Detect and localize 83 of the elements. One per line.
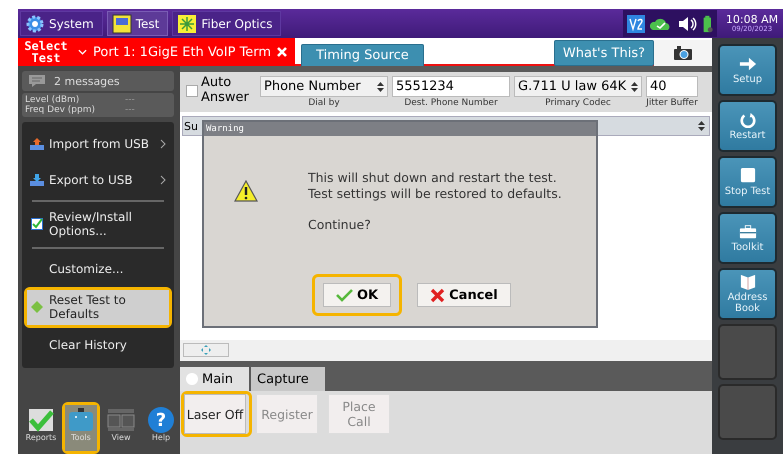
app-tab[interactable]: System — [20, 11, 103, 36]
nav-button[interactable]: ? Help — [145, 405, 177, 451]
soft-key[interactable]: Toolkit — [718, 212, 777, 264]
updown-icon — [377, 82, 384, 92]
menu-item[interactable]: Customize... — [27, 254, 169, 284]
app-tab[interactable]: Fiber Optics — [172, 11, 282, 36]
field-label: Jitter Buffer — [646, 98, 698, 108]
field-label: Dial by — [308, 98, 340, 108]
starburst-icon — [177, 14, 198, 34]
help-icon: ? — [148, 407, 174, 433]
warning-icon — [234, 180, 258, 202]
caret-icon — [78, 49, 87, 55]
download-tray-icon — [30, 174, 44, 186]
soft-key[interactable]: Restart — [718, 100, 777, 152]
gear-icon — [25, 14, 45, 34]
soft-key[interactable]: Address Book — [718, 268, 777, 320]
view-tab[interactable]: Capture — [251, 367, 325, 391]
menu-item[interactable]: Import from USB — [27, 129, 169, 159]
nav-button[interactable]: Reports — [25, 405, 57, 451]
chevron-icon — [160, 139, 166, 149]
dropdown-field[interactable]: Phone Number — [260, 76, 388, 97]
move-button[interactable] — [183, 343, 229, 357]
toolbox-icon — [738, 224, 756, 240]
app-tab[interactable]: Test — [106, 11, 168, 36]
chevron-icon — [160, 175, 166, 185]
reading-value: --- — [125, 95, 135, 105]
action-button[interactable]: Laser Off — [184, 394, 246, 434]
menu-item[interactable]: Export to USB — [27, 165, 169, 195]
empty-soft-key — [718, 384, 777, 440]
auto-answer-checkbox[interactable] — [186, 84, 198, 97]
empty-soft-key — [718, 324, 777, 380]
field-label: Primary Codec — [545, 98, 611, 108]
right-arrow-icon — [738, 56, 756, 72]
field-label: Dest. Phone Number — [404, 98, 498, 108]
reading-label: Level (dBm) — [25, 95, 80, 105]
x-mark-icon — [430, 288, 446, 302]
menu-item[interactable]: Review/Install Options... — [27, 207, 169, 242]
port-tab[interactable]: Port 1: 1GigE Eth VoIP Term — [74, 38, 296, 66]
dialog-question: Continue? — [308, 216, 372, 232]
dialog-message: This will shut down and restart the test. Test settings will be restored to defaults. — [308, 170, 562, 202]
soft-key[interactable]: Stop Test — [718, 156, 777, 208]
reading-label: Freq Dev (ppm) — [25, 105, 96, 115]
toolbox-icon — [66, 407, 96, 433]
camera-button[interactable] — [654, 40, 712, 66]
radio-icon — [186, 373, 198, 385]
stop-icon — [738, 168, 756, 184]
checkmark-icon — [336, 288, 353, 302]
updown-icon — [698, 121, 705, 131]
v2-icon — [626, 14, 645, 32]
nav-button[interactable]: View — [105, 405, 137, 451]
checkbox-icon — [30, 218, 44, 230]
whats-this-button[interactable]: What's This? — [554, 40, 654, 66]
battery-icon — [702, 14, 713, 32]
bert-icon — [112, 14, 132, 34]
diamond-icon — [30, 301, 44, 314]
menu-item[interactable]: Clear History — [27, 330, 169, 361]
messages-panel[interactable]: 2 messages — [22, 71, 174, 91]
move-arrows-icon — [201, 345, 211, 355]
soft-key[interactable]: Setup — [718, 44, 777, 96]
auto-answer-label: Auto Answer — [201, 76, 250, 106]
dropdown-field[interactable]: G.711 U law 64K — [514, 76, 642, 97]
timing-source-tab[interactable]: Timing Source — [301, 44, 424, 66]
speaker-icon — [676, 14, 697, 32]
updown-icon — [631, 82, 638, 92]
input-field[interactable]: 40 — [646, 76, 698, 97]
message-icon — [28, 74, 46, 88]
input-field[interactable]: 5551234 — [392, 76, 510, 97]
reading-value: --- — [125, 105, 135, 115]
ok-button[interactable]: OK — [323, 283, 392, 307]
dialog-title: Warning — [204, 122, 596, 136]
clock-time: 10:08 AM — [726, 14, 778, 26]
layout-grid-icon — [106, 407, 136, 433]
upload-tray-icon — [30, 138, 44, 150]
select-test-button[interactable]: Select Test — [18, 38, 74, 66]
camera-icon — [673, 45, 693, 61]
cancel-button[interactable]: Cancel — [417, 283, 511, 307]
messages-count: 2 messages — [54, 74, 120, 88]
book-icon — [738, 274, 756, 290]
menu-item[interactable]: Reset Test to Defaults — [27, 290, 169, 325]
view-tab[interactable]: Main — [180, 367, 250, 391]
restart-icon — [738, 112, 756, 128]
close-icon — [277, 47, 288, 57]
report-check-icon — [26, 407, 56, 433]
